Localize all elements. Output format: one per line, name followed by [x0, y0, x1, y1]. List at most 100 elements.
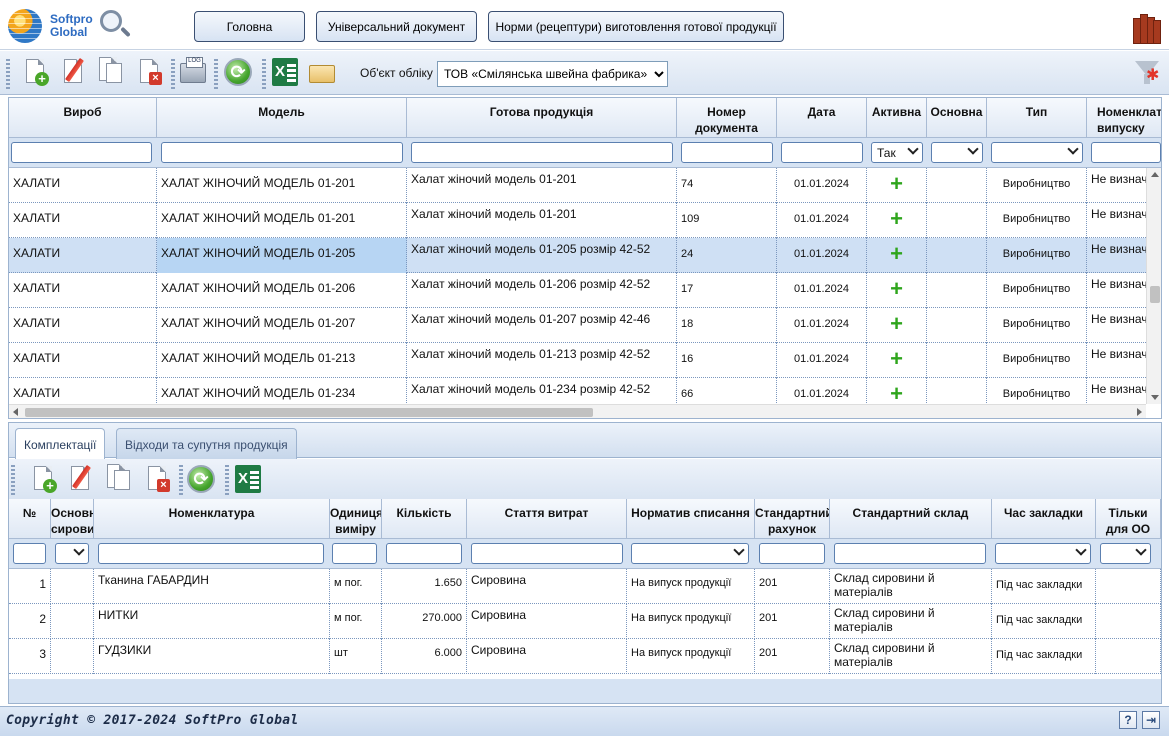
col-header-nomenclature[interactable]: Номенклатура [94, 499, 330, 539]
table-row[interactable]: 3 ГУДЗИКИ шт 6.000 Сировина На випуск продукц… [9, 639, 1161, 674]
nav-home-button[interactable]: Головна [194, 11, 305, 42]
table-row[interactable]: ХАЛАТИ ХАЛАТ ЖІНОЧИЙ МОДЕЛЬ 01-213 Халат ж… [9, 343, 1154, 378]
vertical-scrollbar[interactable] [1146, 168, 1161, 404]
filter-nomenclature-input[interactable] [98, 543, 324, 564]
help-button[interactable]: ? [1119, 711, 1137, 729]
table-row[interactable]: ХАЛАТИ ХАЛАТ ЖІНОЧИЙ МОДЕЛЬ 01-206 Халат ж… [9, 273, 1154, 308]
table-row[interactable]: ХАЛАТИ ХАЛАТ ЖІНОЧИЙ МОДЕЛЬ 01-207 Халат ж… [9, 308, 1154, 343]
filter-main-select[interactable] [931, 142, 983, 163]
cell-active: + [867, 168, 927, 203]
table-row[interactable]: ХАЛАТИ ХАЛАТ ЖІНОЧИЙ МОДЕЛЬ 01-201 Халат ж… [9, 168, 1154, 203]
filter-account-input[interactable] [759, 543, 825, 564]
col-header-unit[interactable]: Одиниця виміру [330, 499, 382, 539]
key-folder-icon[interactable] [307, 57, 335, 87]
col-header-doc-number[interactable]: Номер документа [677, 98, 777, 138]
col-header-nomenclature[interactable]: Номенклатура випуску [1087, 98, 1161, 138]
cell-nom: ГУДЗИКИ [94, 639, 330, 674]
table-row[interactable]: ХАЛАТИ ХАЛАТ ЖІНОЧИЙ МОДЕЛЬ 01-201 Халат ж… [9, 203, 1154, 238]
cell-vyrob: ХАЛАТИ [9, 203, 157, 238]
excel-icon[interactable]: X [270, 57, 298, 87]
filter-warehouse-input[interactable] [834, 543, 986, 564]
tab-waste[interactable]: Відходи та супутня продукція [116, 428, 297, 459]
warehouse-line-2: матеріалів [834, 585, 893, 599]
edit-icon[interactable] [60, 57, 88, 87]
nav-universal-document-button[interactable]: Універсальний документ [316, 11, 477, 42]
col-header-product[interactable]: Готова продукція [407, 98, 677, 138]
filter-active-select[interactable]: Так [871, 142, 923, 163]
filter-type-select[interactable] [991, 142, 1083, 163]
col-header-model[interactable]: Модель [157, 98, 407, 138]
filter-cost-input[interactable] [471, 543, 623, 564]
col-header-type[interactable]: Тип [987, 98, 1087, 138]
col-header-date[interactable]: Дата [777, 98, 867, 138]
table-row[interactable]: 2 НИТКИ м пог. 270.000 Сировина На випуск про… [9, 604, 1161, 639]
filter-model-input[interactable] [161, 142, 403, 163]
col-header-cost-item[interactable]: Стаття витрат [467, 499, 627, 539]
filter-date-input[interactable] [781, 142, 863, 163]
filter-n-input[interactable] [13, 543, 46, 564]
add-document-icon[interactable]: + [30, 464, 58, 494]
filter-nomenclature-input[interactable] [1091, 142, 1161, 163]
filter-time-select[interactable] [995, 543, 1091, 564]
filter-doc-number-input[interactable] [681, 142, 773, 163]
filter-oo-select[interactable] [1100, 543, 1151, 564]
books-icon[interactable] [1133, 12, 1161, 44]
cell-wh: Склад сировини й матеріалів [830, 604, 992, 639]
col-header-time[interactable]: Час закладки [992, 499, 1096, 539]
filter-qty-input[interactable] [386, 543, 462, 564]
cell-type: Виробництво [987, 273, 1087, 308]
col-header-oo-only[interactable]: Тільки для ОО [1096, 499, 1161, 539]
col-header-qty[interactable]: Кількість [382, 499, 467, 539]
copyright-text: Copyright © 2017-2024 SoftPro Global [6, 713, 299, 728]
toolbar-grip [6, 57, 10, 89]
filter-vyrob-input[interactable] [11, 142, 152, 163]
table-row[interactable]: ХАЛАТИ ХАЛАТ ЖІНОЧИЙ МОДЕЛЬ 01-205 Халат ж… [9, 238, 1154, 273]
cell-active: + [867, 273, 927, 308]
object-select[interactable]: ТОВ «Смілянська швейна фабрика» [437, 61, 668, 87]
nav-norms-button[interactable]: Норми (рецептури) виготовлення готової п… [488, 11, 784, 42]
refresh-icon[interactable]: ⟳ [223, 57, 252, 87]
cell-product: Халат жіночий модель 01-201 [407, 203, 677, 238]
col-header-norm[interactable]: Норматив списання [627, 499, 755, 539]
warehouse-line-1: Склад сировини й [834, 571, 935, 585]
cell-vyrob: ХАЛАТИ [9, 273, 157, 308]
search-icon[interactable] [100, 10, 122, 32]
add-document-icon[interactable]: + [22, 57, 50, 87]
table-row[interactable]: 1 Тканина ГАБАРДИН м пог. 1.650 Сировина На в… [9, 569, 1161, 604]
cell-model: ХАЛАТ ЖІНОЧИЙ МОДЕЛЬ 01-201 [157, 203, 407, 238]
cell-cost: Сировина [467, 639, 627, 674]
cell-unit: шт [330, 639, 382, 674]
col-header-account[interactable]: Стандартний рахунок [755, 499, 830, 539]
filter-product-input[interactable] [411, 142, 673, 163]
delete-icon[interactable]: × [144, 464, 172, 494]
horizontal-scrollbar[interactable] [9, 404, 1146, 418]
excel-icon[interactable]: X [233, 464, 261, 494]
edit-icon[interactable] [67, 464, 95, 494]
cell-num: 17 [677, 273, 777, 308]
norms-filter-row: Так [9, 138, 1161, 168]
exit-icon[interactable]: ⇥ [1142, 711, 1160, 729]
filter-unit-input[interactable] [332, 543, 377, 564]
copy-icon[interactable] [105, 464, 133, 494]
empty-row [9, 679, 1161, 703]
copy-icon[interactable] [97, 57, 125, 87]
filter-norm-select[interactable] [631, 543, 749, 564]
delete-icon[interactable]: × [136, 57, 164, 87]
col-header-main-raw[interactable]: Основна сировина [51, 499, 94, 539]
cell-model: ХАЛАТ ЖІНОЧИЙ МОДЕЛЬ 01-206 [157, 273, 407, 308]
col-header-active[interactable]: Активна [867, 98, 927, 138]
cell-main [927, 203, 987, 238]
col-header-main[interactable]: Основна [927, 98, 987, 138]
active-plus-icon: + [890, 171, 903, 196]
filter-main-raw-select[interactable] [55, 543, 89, 564]
active-plus-icon: + [890, 276, 903, 301]
col-header-vyrob[interactable]: Вироб [9, 98, 157, 138]
clear-filter-icon[interactable]: ✱ [1132, 58, 1162, 88]
refresh-icon[interactable]: ⟳ [186, 464, 215, 494]
log-icon[interactable] [178, 57, 206, 87]
tab-kits[interactable]: Комплектації [15, 428, 106, 459]
cell-oo [1096, 604, 1161, 639]
cell-vyrob: ХАЛАТИ [9, 308, 157, 343]
col-header-warehouse[interactable]: Стандартний склад [830, 499, 992, 539]
col-header-n[interactable]: № [9, 499, 51, 539]
